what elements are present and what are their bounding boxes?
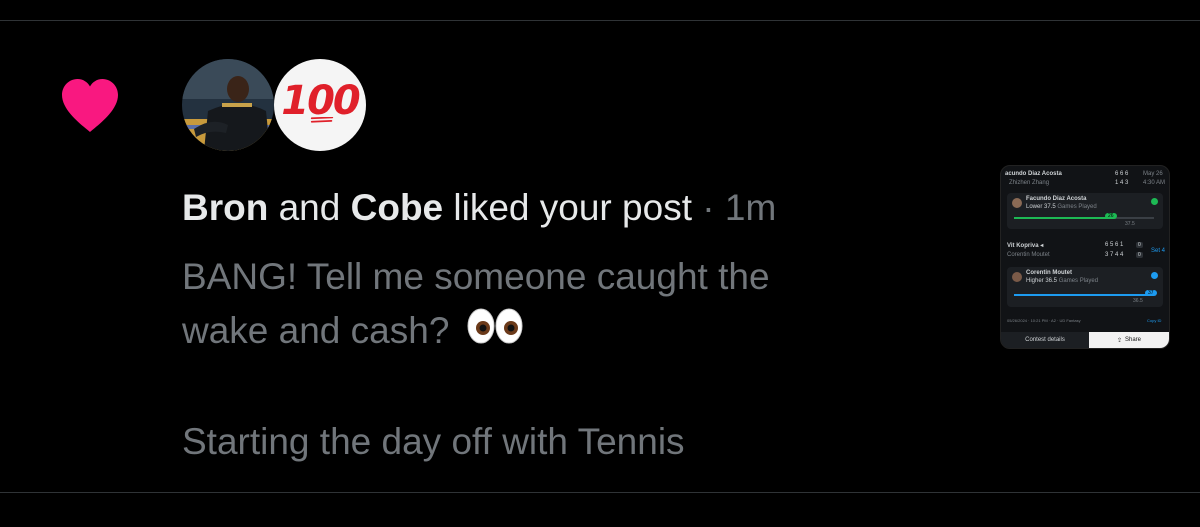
thumb-copy-id: Copy ID bbox=[1147, 318, 1162, 323]
thumb-match2-player1: Vit Kopriva ◂ bbox=[1007, 243, 1044, 249]
heart-icon bbox=[58, 76, 122, 136]
thumb-pick1-line: Lower 37.5 bbox=[1026, 204, 1056, 210]
avatar-cobe[interactable]: 100 bbox=[274, 59, 366, 151]
thumb-progress-fill-2 bbox=[1014, 294, 1151, 296]
thumb-mark-2: 36.5 bbox=[1133, 298, 1143, 304]
thumb-pick1-name: Facundo Diaz Acosta bbox=[1026, 196, 1087, 202]
thumb-match2-badge1: 0 bbox=[1136, 242, 1143, 248]
post-line-3: Starting the day off with Tennis bbox=[182, 421, 685, 462]
thumb-match2-player2: Corentin Moutet bbox=[1007, 252, 1050, 258]
thumb-player-avatar-1 bbox=[1012, 198, 1022, 208]
share-button-label: Share bbox=[1125, 337, 1142, 343]
thumb-match2-badge2: 0 bbox=[1136, 252, 1143, 258]
thumb-match2-score1: 6 5 6 1 bbox=[1105, 242, 1124, 248]
thumb-player2: Zhizhen Zhang bbox=[1009, 180, 1050, 186]
thumb-score2: 1 4 3 bbox=[1115, 180, 1129, 186]
thumb-player1: acundo Diaz Acosta bbox=[1005, 171, 1062, 177]
timestamp: · 1m bbox=[702, 187, 777, 228]
thumb-progress-fill-1 bbox=[1014, 217, 1111, 219]
user-name-2[interactable]: Cobe bbox=[351, 187, 444, 228]
thumb-pick2-name: Corentin Moutet bbox=[1026, 270, 1072, 276]
thumb-match2-set: Set 4 bbox=[1151, 248, 1166, 254]
thumb-pick-card-2: Corentin Moutet Higher 36.5 Games Played… bbox=[1007, 267, 1163, 307]
thumb-date: May 26 bbox=[1143, 171, 1163, 177]
share-icon: ⇪ bbox=[1116, 337, 1122, 344]
thumb-footer-meta: 05/26/2024 · 10:21 PM · A2 · UD Fantasy bbox=[1007, 318, 1081, 323]
thumb-progress-bubble-2: 37 bbox=[1145, 290, 1157, 296]
thumb-mark-1: 37.5 bbox=[1125, 221, 1135, 227]
user-name-1[interactable]: Bron bbox=[182, 187, 268, 228]
hundred-underline-icon bbox=[310, 117, 334, 123]
status-dot-icon bbox=[1151, 272, 1158, 279]
notification-headline[interactable]: Bron and Cobe liked your post · 1m bbox=[182, 186, 776, 230]
joiner-text: and bbox=[278, 187, 341, 228]
thumb-pick2-stat: Games Played bbox=[1058, 278, 1099, 284]
thumb-progress-bubble-1: 26 bbox=[1105, 213, 1117, 219]
thumb-player-avatar-2 bbox=[1012, 272, 1022, 282]
check-icon bbox=[1151, 198, 1158, 205]
thumb-match2-score2: 3 7 4 4 bbox=[1105, 252, 1124, 258]
thumb-score1: 6 6 6 bbox=[1115, 171, 1129, 177]
thumb-pick2-line: Higher 36.5 bbox=[1026, 278, 1058, 284]
thumb-pick1-stat: Games Played bbox=[1057, 204, 1097, 210]
eyes-emoji bbox=[466, 306, 524, 361]
share-button: ⇪ Share bbox=[1089, 332, 1169, 348]
bottom-divider bbox=[0, 492, 1200, 493]
action-text: liked your post bbox=[453, 187, 692, 228]
post-line-2: wake and cash? bbox=[182, 310, 450, 351]
post-snippet[interactable]: BANG! Tell me someone caught the wake an… bbox=[182, 250, 942, 361]
contest-details-button: Contest details bbox=[1001, 332, 1089, 348]
thumb-time: 4:30 AM bbox=[1143, 180, 1166, 186]
avatar-bron[interactable] bbox=[182, 59, 274, 151]
thumb-pick-card-1: Facundo Diaz Acosta Lower 37.5 Games Pla… bbox=[1007, 193, 1163, 229]
post-line-1: BANG! Tell me someone caught the bbox=[182, 256, 770, 297]
top-divider bbox=[0, 20, 1200, 21]
post-image-thumbnail[interactable]: acundo Diaz Acosta Zhizhen Zhang 6 6 6 1… bbox=[1000, 165, 1170, 349]
